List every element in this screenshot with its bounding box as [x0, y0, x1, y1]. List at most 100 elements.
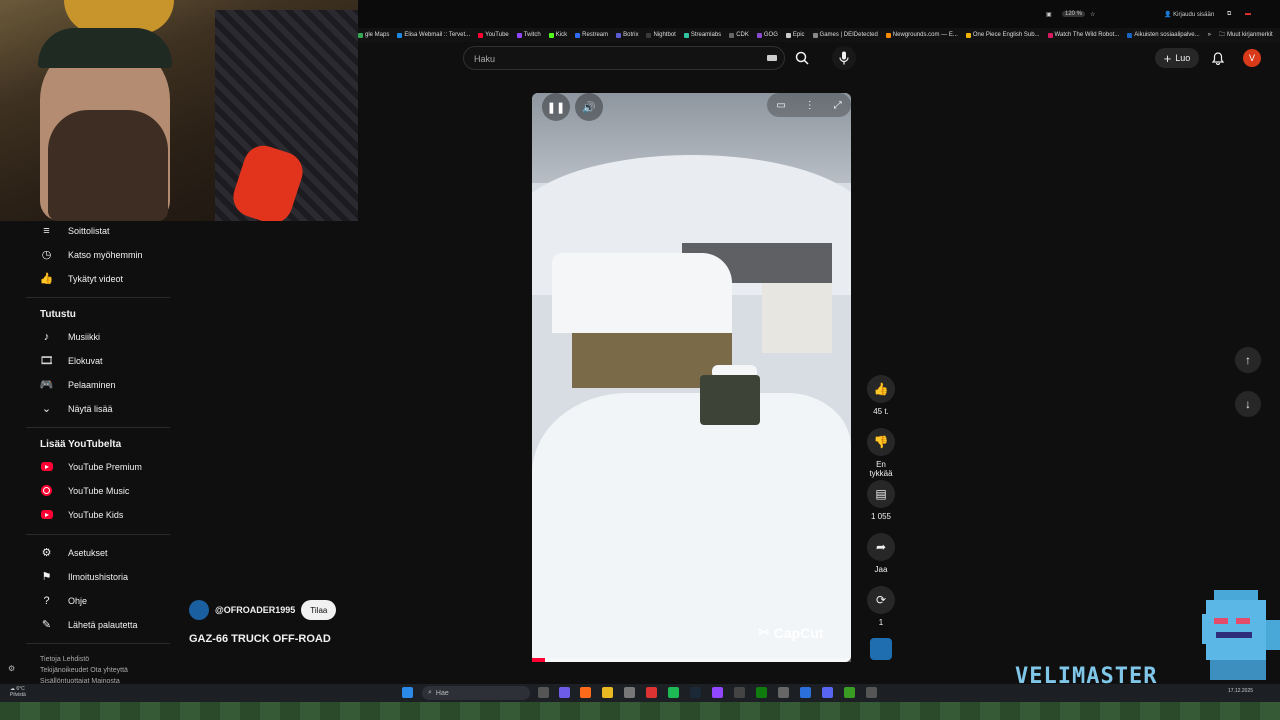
app-icon-1[interactable]	[559, 687, 570, 698]
firefox-icon[interactable]	[580, 687, 591, 698]
bookmark-item[interactable]: Aikuisten sosiaalipalve...	[1127, 32, 1200, 38]
sidebar-item-gaming[interactable]: 🎮 Pelaaminen	[40, 378, 116, 391]
spotify-icon[interactable]	[668, 687, 679, 698]
app-icon-7[interactable]	[844, 687, 855, 698]
app-icon-5[interactable]	[778, 687, 789, 698]
captions-icon[interactable]: ▭	[776, 100, 785, 111]
previous-short-button[interactable]: ↑	[1235, 347, 1261, 373]
bookmark-label: Botrix	[623, 32, 639, 38]
more-options-icon[interactable]: ⋮	[805, 100, 815, 111]
sidebar-item-send-feedback[interactable]: ✎ Lähetä palautetta	[40, 618, 138, 631]
sidebar-item-help[interactable]: ? Ohje	[40, 594, 87, 607]
sidebar-item-youtube-premium[interactable]: YouTube Premium	[40, 460, 142, 473]
sidebar-item-music[interactable]: ♪ Musiikki	[40, 330, 100, 343]
pixel-mascot	[1202, 590, 1280, 680]
arrow-down-icon: ↓	[1245, 397, 1251, 411]
sidebar-item-label: Katso myöhemmin	[68, 249, 143, 260]
channel-avatar-small[interactable]	[870, 638, 892, 660]
channel-handle[interactable]: @OFROADER1995	[215, 605, 295, 615]
app-icon-8[interactable]	[866, 687, 877, 698]
footer-links-2[interactable]: Tekijänoikeudet Ota yhteyttä	[40, 665, 165, 676]
sidebar-item-liked-videos[interactable]: 👍 Tykätyt videot	[40, 272, 123, 285]
extensions-icon[interactable]: ⧉	[1227, 11, 1231, 18]
voice-search-button[interactable]	[832, 46, 856, 70]
folder-icon: 🗀	[1218, 32, 1225, 38]
bookmark-item[interactable]: GOG	[756, 32, 778, 38]
fullscreen-icon[interactable]: ⤢	[834, 100, 842, 111]
account-avatar[interactable]: V	[1243, 49, 1261, 67]
sidebar-item-watch-later[interactable]: ◷ Katso myöhemmin	[40, 248, 143, 261]
share-button[interactable]: ➦ Jaa	[866, 533, 896, 574]
bookmark-item[interactable]: gle Maps	[358, 32, 389, 38]
sidebar-item-settings[interactable]: ⚙ Asetukset	[40, 546, 108, 559]
other-bookmarks-button[interactable]: 🗀 Muut kirjanmerkit	[1219, 30, 1273, 40]
search-box[interactable]	[463, 46, 785, 70]
bookmark-item[interactable]: Elisa Webmail :: Tervet...	[397, 32, 470, 38]
zoom-indicator[interactable]: 120 %	[1062, 11, 1086, 17]
video-progress-bar[interactable]	[532, 658, 851, 662]
twitch-icon[interactable]	[712, 687, 723, 698]
sidebar-item-playlists[interactable]: ≡ Soittolistat	[40, 224, 109, 237]
pause-button[interactable]: ❚❚	[542, 93, 570, 121]
small-gear-icon[interactable]: ⚙	[8, 664, 15, 673]
bookmark-item[interactable]: Epic	[785, 32, 805, 38]
bookmark-favicon-icon	[646, 32, 652, 38]
footer-links-3[interactable]: Sisällöntuottajat Mainosta	[40, 676, 165, 683]
taskbar-date[interactable]: 17.12.2025	[1228, 688, 1253, 694]
app-icon-6[interactable]	[800, 687, 811, 698]
bookmark-item[interactable]: Games | DEIDetected	[812, 32, 878, 38]
app-icon-3[interactable]	[646, 687, 657, 698]
notifications-button[interactable]	[1209, 49, 1227, 67]
search-input[interactable]	[472, 51, 756, 67]
footer-links-1[interactable]: Tietoja Lehdistö	[40, 654, 165, 665]
dislike-button[interactable]: 👎 En tykkää	[866, 428, 896, 478]
bookmark-item[interactable]: One Piece English Sub...	[965, 32, 1040, 38]
sidebar-item-movies[interactable]: 🎞 Elokuvat	[40, 354, 103, 367]
shorts-video-player[interactable]	[532, 93, 851, 662]
video-title[interactable]: GAZ-66 TRUCK OFF-ROAD	[189, 633, 331, 645]
bookmark-item[interactable]: Nightbot	[646, 32, 676, 38]
app-icon-4[interactable]	[734, 687, 745, 698]
bookmark-item[interactable]: Kick	[548, 32, 568, 38]
divider	[26, 427, 170, 428]
menu-icon[interactable]: ▬	[1245, 11, 1251, 17]
star-icon[interactable]: ☆	[1090, 11, 1095, 18]
bookmark-item[interactable]: Restream	[575, 32, 608, 38]
channel-avatar[interactable]	[189, 600, 209, 620]
subscribe-button[interactable]: Tilaa	[301, 600, 337, 620]
steam-icon[interactable]	[690, 687, 701, 698]
bookmark-item[interactable]: Botrix	[616, 32, 638, 38]
weather-widget[interactable]: ☁ 6°C Pilvistä	[10, 686, 26, 698]
sidebar-item-report-history[interactable]: ⚑ Ilmoitushistoria	[40, 570, 128, 583]
bookmark-item[interactable]: Streamlabs	[683, 32, 721, 38]
taskbar-search[interactable]: ⌕ Hae	[422, 686, 530, 700]
like-button[interactable]: 👍 45 t.	[866, 375, 896, 416]
divider	[26, 534, 170, 535]
signin-button[interactable]: 👤 Kirjaudu sisään	[1164, 11, 1214, 18]
bookmark-item[interactable]: Twitch	[516, 32, 541, 38]
bookmark-item[interactable]: Newgrounds.com — E...	[885, 32, 958, 38]
video-snowbank	[532, 393, 851, 662]
search-button[interactable]	[790, 47, 814, 69]
windows-start-icon[interactable]	[402, 687, 413, 698]
app-icon-2[interactable]	[624, 687, 635, 698]
remix-button[interactable]: ⟳ 1	[866, 586, 896, 627]
next-short-button[interactable]: ↓	[1235, 391, 1261, 417]
volume-button[interactable]: 🔊	[575, 93, 603, 121]
bookmark-item[interactable]: YouTube	[478, 32, 509, 38]
sidebar-item-show-more[interactable]: ⌄ Näytä lisää	[40, 402, 113, 415]
keyboard-icon[interactable]	[767, 55, 777, 61]
sidebar-item-youtube-music[interactable]: YouTube Music	[40, 484, 129, 497]
create-button[interactable]: + Luo	[1155, 48, 1199, 68]
tab-icon[interactable]: ▣	[1046, 11, 1052, 18]
bookmark-item[interactable]: Watch The Wild Robot...	[1047, 32, 1119, 38]
sidebar-item-youtube-kids[interactable]: YouTube Kids	[40, 508, 123, 521]
comments-button[interactable]: ▤ 1 055	[866, 480, 896, 521]
bookmark-item[interactable]: CDK	[729, 32, 749, 38]
bookmark-label: Kick	[555, 32, 568, 38]
discord-icon[interactable]	[822, 687, 833, 698]
task-view-icon[interactable]	[538, 687, 549, 698]
bookmarks-overflow-button[interactable]: »	[1208, 32, 1211, 38]
xbox-icon[interactable]	[756, 687, 767, 698]
file-explorer-icon[interactable]	[602, 687, 613, 698]
